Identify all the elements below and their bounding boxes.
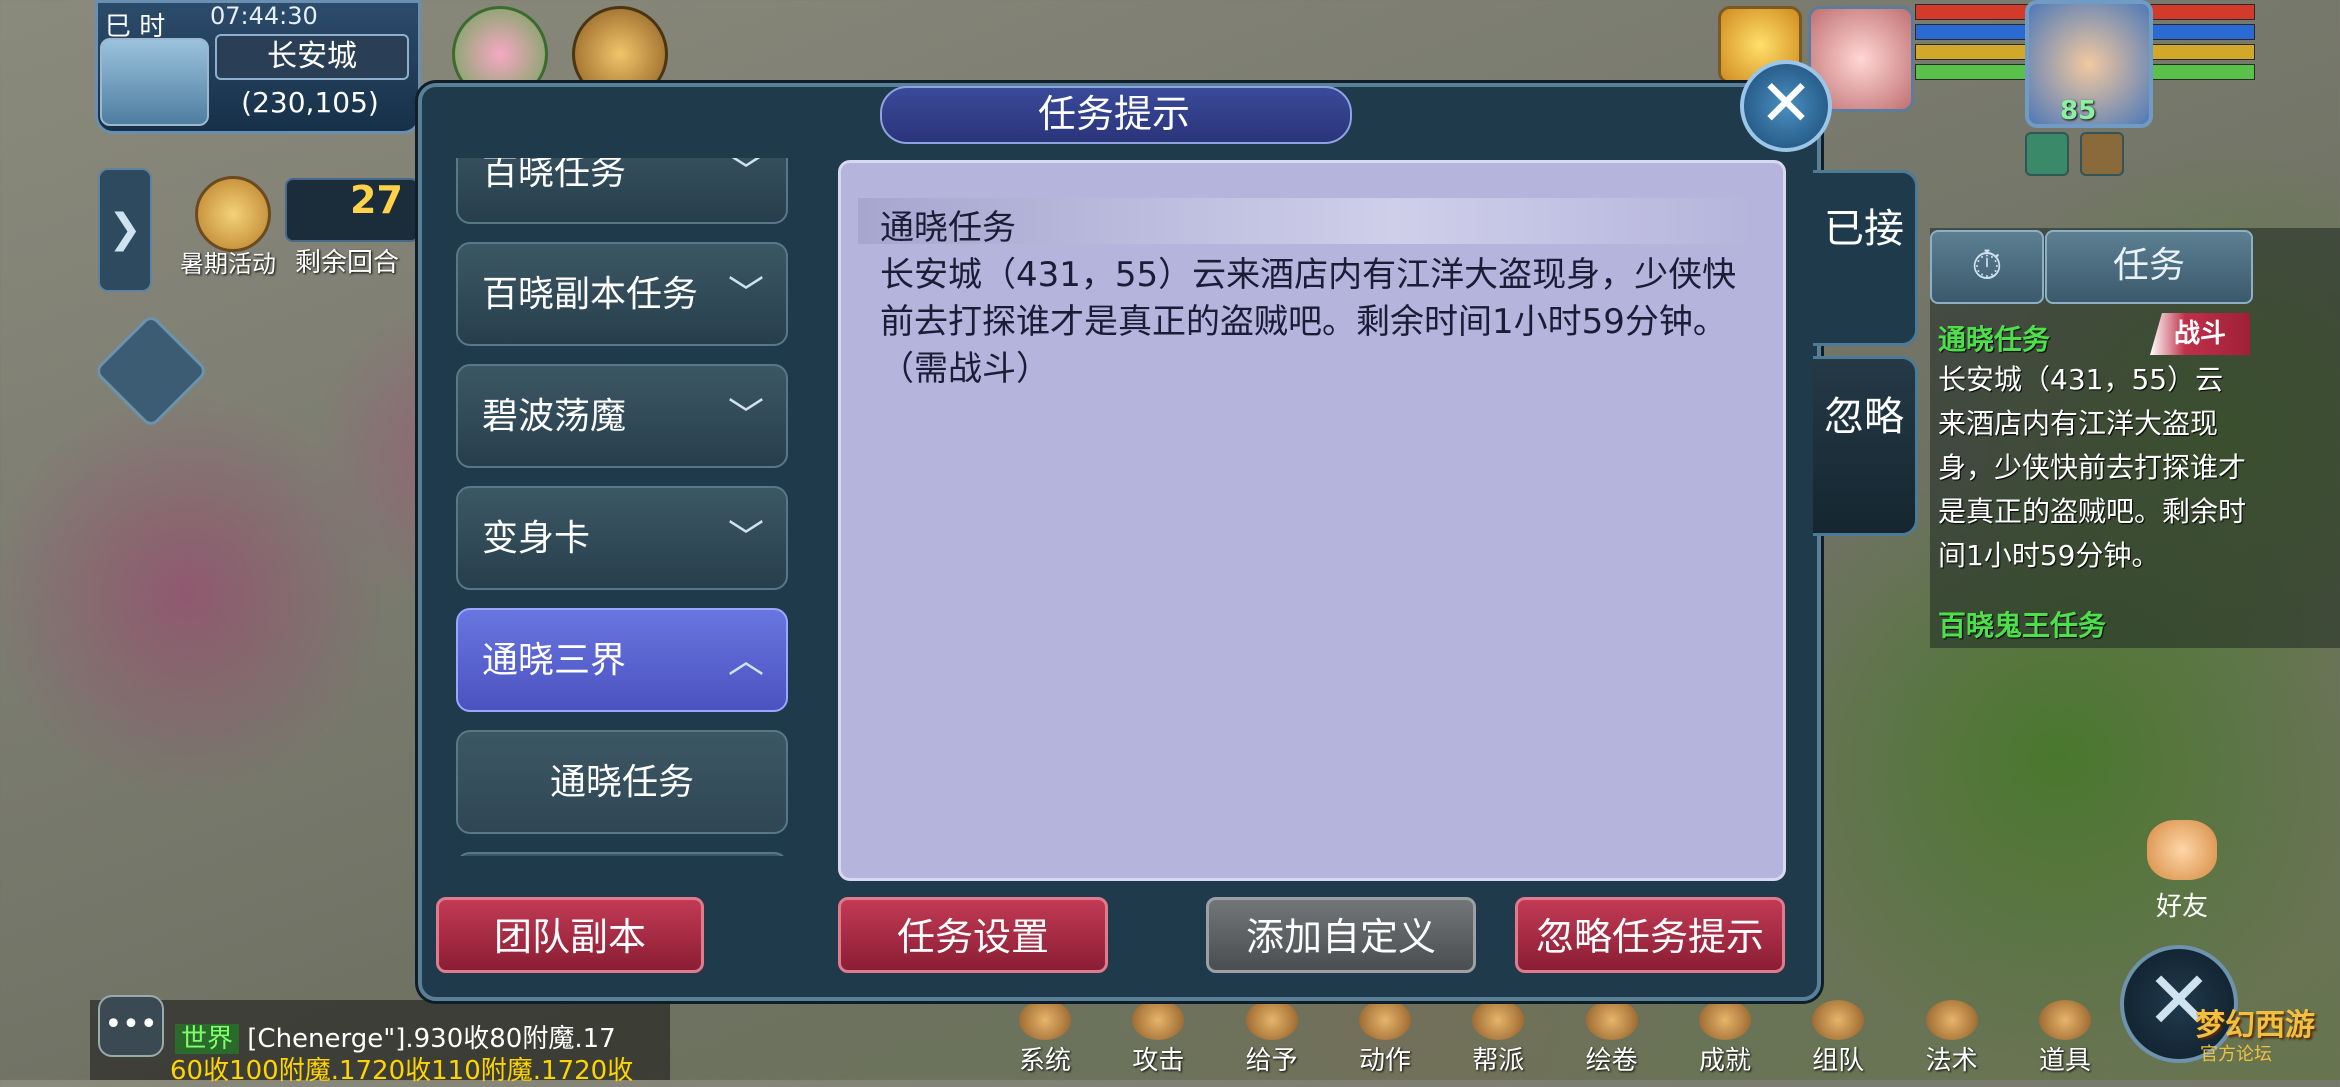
add-custom-button[interactable]: 添加自定义 xyxy=(1206,897,1476,973)
subitem-next[interactable] xyxy=(456,852,788,856)
category-baixiao-dungeon[interactable]: 百晓副本任务 ﹀ xyxy=(456,242,788,346)
achievement-icon xyxy=(1698,1000,1751,1040)
menu-label: 系统 xyxy=(1018,1046,1071,1076)
menu-label: 帮派 xyxy=(1472,1046,1525,1076)
dialog-title: 任务提示 xyxy=(1037,92,1190,136)
bag-icon xyxy=(2038,1000,2091,1040)
handshake-icon xyxy=(2147,820,2217,880)
chevron-up-icon: ︿ xyxy=(727,640,764,681)
chevron-down-icon: ﹀ xyxy=(727,274,764,315)
guild-icon xyxy=(1472,1000,1525,1040)
menu-label: 法术 xyxy=(1925,1046,1978,1076)
team-icon xyxy=(1812,1000,1865,1040)
summer-event-icon[interactable] xyxy=(195,176,271,252)
chat-line-2: 60收100附魔.1720收110附魔.1720收 xyxy=(170,1056,634,1086)
tab-ignored-label: 忽略 xyxy=(1824,394,1904,440)
ignore-tips-button[interactable]: 忽略任务提示 xyxy=(1515,897,1785,973)
tracker-task-text[interactable]: 长安城（431，55）云来酒店内有江洋大盗现身，少侠快前去打探谁才是真正的盗贼吧… xyxy=(1938,358,2248,578)
menu-label: 绘卷 xyxy=(1585,1046,1638,1076)
forum-label: 官方论坛 xyxy=(2200,1044,2272,1065)
tab-accepted-label: 已接 xyxy=(1824,206,1904,252)
menu-action[interactable]: 动作 xyxy=(1340,1000,1430,1076)
minimap-button[interactable] xyxy=(100,38,209,126)
subitem-label: 通晓任务 xyxy=(549,762,694,803)
tracker-next-task[interactable]: 百晓鬼王任务 xyxy=(1938,604,2106,644)
friends-button[interactable]: 好友 xyxy=(2132,820,2232,922)
menu-give[interactable]: 给予 xyxy=(1227,1000,1317,1076)
category-label: 碧波荡魔 xyxy=(482,396,627,437)
task-settings-button[interactable]: 任务设置 xyxy=(838,897,1108,973)
status-icon[interactable] xyxy=(2080,132,2124,176)
menu-item[interactable]: 道具 xyxy=(2020,1000,2110,1076)
category-transform-card[interactable]: 变身卡 ﹀ xyxy=(456,486,788,590)
give-icon xyxy=(1245,1000,1298,1040)
bottom-menu: 系统 攻击 给予 动作 帮派 绘卷 成就 组队 法术 道具 xyxy=(1000,1000,2110,1076)
game-logo: 梦幻西游 xyxy=(2195,1008,2315,1043)
skill-icon xyxy=(1925,1000,1978,1040)
summer-event-label: 暑期活动 xyxy=(180,250,276,278)
round-count: 27 xyxy=(350,178,403,222)
category-label: 百晓副本任务 xyxy=(482,274,699,315)
buff-icon[interactable] xyxy=(2025,132,2069,176)
round-label: 剩余回合 xyxy=(295,248,400,278)
fullscreen-toggle-icon[interactable] xyxy=(93,313,209,429)
expand-menu-button[interactable]: ❯ xyxy=(98,168,152,292)
city-name[interactable]: 长安城 xyxy=(215,34,409,80)
team-dungeon-button[interactable]: 团队副本 xyxy=(436,897,704,973)
task-detail-title: 通晓任务 xyxy=(880,208,1016,248)
chevron-down-icon: ﹀ xyxy=(727,518,764,559)
menu-team[interactable]: 组队 xyxy=(1793,1000,1883,1076)
category-label: 变身卡 xyxy=(482,518,591,559)
tracker-task-title[interactable]: 通晓任务 xyxy=(1938,318,2050,358)
category-label: 通晓三界 xyxy=(482,640,627,681)
chat-bubble-icon[interactable]: ••• xyxy=(98,995,164,1057)
category-list[interactable]: 百晓任务 ﹀ 百晓副本任务 ﹀ 碧波荡魔 ﹀ 变身卡 ﹀ 通晓三界 ︿ 通晓任务 xyxy=(448,158,798,856)
clock-time: 07:44:30 xyxy=(210,2,318,30)
player-coords: (230,105) xyxy=(241,86,379,119)
task-detail-text: 长安城（431，55）云来酒店内有江洋大盗现身，少侠快前去打探谁才是真正的盗贼吧… xyxy=(880,255,1737,389)
menu-guild[interactable]: 帮派 xyxy=(1453,1000,1543,1076)
menu-scroll[interactable]: 绘卷 xyxy=(1567,1000,1657,1076)
category-bibo[interactable]: 碧波荡魔 ﹀ xyxy=(456,364,788,468)
clock-icon[interactable]: ⏱ xyxy=(1930,230,2044,304)
menu-label: 组队 xyxy=(1812,1046,1865,1076)
chevron-down-icon: ﹀ xyxy=(727,396,764,437)
menu-label: 成就 xyxy=(1698,1046,1751,1076)
menu-achievement[interactable]: 成就 xyxy=(1680,1000,1770,1076)
scroll-icon xyxy=(1585,1000,1638,1040)
tab-ignored[interactable]: 忽略 xyxy=(1813,356,1918,536)
tab-accepted[interactable]: 已接 xyxy=(1813,170,1918,346)
system-icon xyxy=(1019,1000,1071,1040)
menu-system[interactable]: 系统 xyxy=(1000,1000,1090,1076)
category-label: 百晓任务 xyxy=(482,158,627,193)
menu-attack[interactable]: 攻击 xyxy=(1113,1000,1203,1076)
tracker-tab-tasks[interactable]: 任务 xyxy=(2045,230,2253,304)
chevron-down-icon: ﹀ xyxy=(727,158,764,193)
friends-label: 好友 xyxy=(2155,892,2208,922)
menu-label: 道具 xyxy=(2038,1046,2091,1076)
action-icon xyxy=(1358,1000,1411,1040)
game-hour-label: 巳 时 xyxy=(105,12,166,42)
category-tongxiao-sanjie[interactable]: 通晓三界 ︿ xyxy=(456,608,788,712)
combat-badge: 战斗 xyxy=(2150,313,2250,355)
close-icon[interactable]: ✕ xyxy=(1740,60,1832,152)
subitem-tongxiao-task[interactable]: 通晓任务 xyxy=(456,730,788,834)
menu-label: 动作 xyxy=(1358,1046,1411,1076)
menu-label: 攻击 xyxy=(1132,1046,1185,1076)
menu-label: 给予 xyxy=(1245,1046,1298,1076)
attack-icon xyxy=(1132,1000,1185,1040)
menu-skill[interactable]: 法术 xyxy=(1907,1000,1997,1076)
category-baixiao[interactable]: 百晓任务 ﹀ xyxy=(456,158,788,224)
player-level: 85 xyxy=(2060,96,2097,126)
